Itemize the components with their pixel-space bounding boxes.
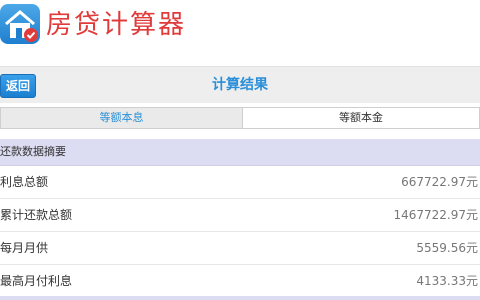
row-label: 累计还款总额 [0, 208, 73, 222]
tab-bar: 等额本息 等额本金 [0, 107, 480, 129]
row-label: 利息总额 [0, 175, 49, 189]
summary-row-total-interest: 利息总额 667722.97元 [0, 166, 480, 199]
navbar: 计算结果 返回 [0, 66, 480, 103]
tab-equal-principal[interactable]: 等额本金 [242, 107, 480, 129]
row-value: 5559.56元 [416, 241, 478, 255]
summary-row-monthly-payment: 每月月供 5559.56元 [0, 232, 480, 265]
summary-header-label: 还款数据摘要 [0, 145, 66, 158]
tab-equal-installment[interactable]: 等额本息 [0, 107, 243, 129]
row-value: 667722.97元 [401, 175, 478, 189]
page-title: 计算结果 [212, 77, 268, 93]
summary-row-max-monthly-interest: 最高月付利息 4133.33元 [0, 265, 480, 298]
summary-row-total-repayment: 累计还款总额 1467722.97元 [0, 199, 480, 232]
row-value: 1467722.97元 [393, 208, 478, 222]
row-label: 每月月供 [0, 241, 49, 255]
house-icon [0, 4, 40, 44]
app-header: 房贷计算器 [0, 0, 480, 62]
row-value: 4133.33元 [416, 274, 478, 288]
back-button[interactable]: 返回 [0, 74, 36, 98]
bottom-strip [0, 296, 480, 300]
row-label: 最高月付利息 [0, 274, 73, 288]
app-title: 房贷计算器 [46, 10, 187, 40]
summary-section-header: 还款数据摘要 [0, 139, 480, 166]
